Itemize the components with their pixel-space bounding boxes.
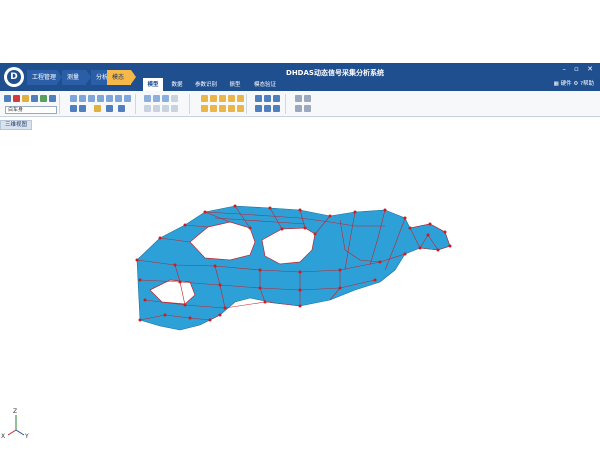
line-icon[interactable] [79, 95, 86, 102]
cylinder-icon[interactable] [106, 95, 113, 102]
zoom-in-icon[interactable] [255, 95, 262, 102]
window-controls: – ▫ ✕ [562, 65, 596, 73]
right-tools: ▦ 硬件 ⚙ ?帮助 [554, 79, 594, 87]
zoom-out-icon[interactable] [264, 95, 271, 102]
view-bottom-icon[interactable] [201, 105, 208, 112]
tab-parameter-identification[interactable]: 参数识别 [193, 78, 219, 92]
warning-icon[interactable] [94, 105, 101, 112]
tab-model[interactable]: 模型 [143, 78, 163, 92]
paste-icon[interactable] [153, 95, 160, 102]
orbit-icon[interactable] [264, 105, 271, 112]
import-icon[interactable] [49, 95, 56, 102]
breadcrumb-measure[interactable]: 测量 [62, 70, 86, 85]
ribbon-toolbar: 白车身 [0, 91, 600, 117]
ribbon-group-geometry [66, 94, 136, 114]
ribbon-group-zoom [252, 94, 286, 114]
3d-viewport[interactable]: Z X Y [0, 130, 600, 448]
redo-icon[interactable] [79, 105, 86, 112]
view-top-icon[interactable] [237, 95, 244, 102]
tab-mode-shape[interactable]: 振型 [226, 78, 244, 92]
copy-icon[interactable] [144, 95, 151, 102]
open-icon[interactable] [22, 95, 29, 102]
rotate-icon[interactable] [153, 105, 160, 112]
cube-icon[interactable] [97, 95, 104, 102]
car-body-mesh: Z X Y [1, 204, 452, 440]
view-iso3-icon[interactable] [228, 105, 235, 112]
pan-icon[interactable] [255, 105, 262, 112]
node-display-icon[interactable] [295, 95, 302, 102]
application: D 工程管理 测量 分析 模态 DHDAS动态信号采集分析系统 – ▫ ✕ 模型 [0, 63, 600, 440]
measure-icon[interactable] [106, 105, 113, 112]
hardware-button[interactable]: 硬件 [561, 81, 572, 87]
axis-triad: Z X Y [1, 408, 29, 440]
move-icon[interactable] [144, 105, 151, 112]
export-icon[interactable] [40, 95, 47, 102]
coordinate-icon[interactable] [304, 105, 311, 112]
scale-icon[interactable] [118, 105, 125, 112]
sphere-icon[interactable] [115, 95, 122, 102]
axis-x-label: X [1, 433, 5, 440]
label-display-icon[interactable] [304, 95, 311, 102]
surface-icon[interactable] [88, 95, 95, 102]
axis-y-label: Y [24, 433, 29, 440]
help-button[interactable]: ?帮助 [580, 81, 594, 87]
hardware-icon: ▦ [553, 81, 559, 87]
table-icon[interactable] [171, 95, 178, 102]
axis-display-icon[interactable] [295, 105, 302, 112]
dh-logo-icon: D [4, 67, 24, 87]
ribbon-group-display [292, 94, 316, 114]
app-window: D 工程管理 测量 分析 模态 DHDAS动态信号采集分析系统 – ▫ ✕ 模型 [0, 0, 600, 450]
new-model-icon[interactable] [4, 95, 11, 102]
minimize-icon[interactable]: – [562, 65, 569, 73]
breadcrumb-modal[interactable]: 模态 [107, 70, 131, 85]
save-icon[interactable] [31, 95, 38, 102]
array-icon[interactable] [171, 105, 178, 112]
ribbon-group-edit [140, 94, 190, 114]
breadcrumb-project[interactable]: 工程管理 [27, 70, 57, 85]
view-iso2-icon[interactable] [219, 105, 226, 112]
delete-icon[interactable] [13, 95, 20, 102]
ribbon-group-view [197, 94, 247, 114]
app-title: DHDAS动态信号采集分析系统 [286, 69, 384, 77]
undo-icon[interactable] [70, 105, 77, 112]
view-right-icon[interactable] [228, 95, 235, 102]
axis-z-label: Z [13, 408, 17, 415]
group-icon[interactable] [162, 95, 169, 102]
zoom-fit-icon[interactable] [273, 95, 280, 102]
title-bar: D 工程管理 测量 分析 模态 DHDAS动态信号采集分析系统 – ▫ ✕ [0, 63, 600, 91]
tab-data[interactable]: 数据 [168, 78, 186, 92]
view-iso4-icon[interactable] [237, 105, 244, 112]
cone-icon[interactable] [124, 95, 131, 102]
view-front-icon[interactable] [201, 95, 208, 102]
restore-icon[interactable]: ▫ [574, 65, 582, 73]
close-icon[interactable]: ✕ [587, 65, 596, 73]
view-iso-icon[interactable] [210, 105, 217, 112]
tab-modal-verification[interactable]: 模态验证 [252, 78, 278, 92]
ribbon-group-file: 白车身 [2, 94, 60, 114]
reset-view-icon[interactable] [273, 105, 280, 112]
tab-3d-view[interactable]: 三维视图 [0, 120, 33, 130]
model-select[interactable]: 白车身 [5, 106, 57, 114]
view-back-icon[interactable] [210, 95, 217, 102]
mirror-icon[interactable] [162, 105, 169, 112]
point-icon[interactable] [70, 95, 77, 102]
view-left-icon[interactable] [219, 95, 226, 102]
